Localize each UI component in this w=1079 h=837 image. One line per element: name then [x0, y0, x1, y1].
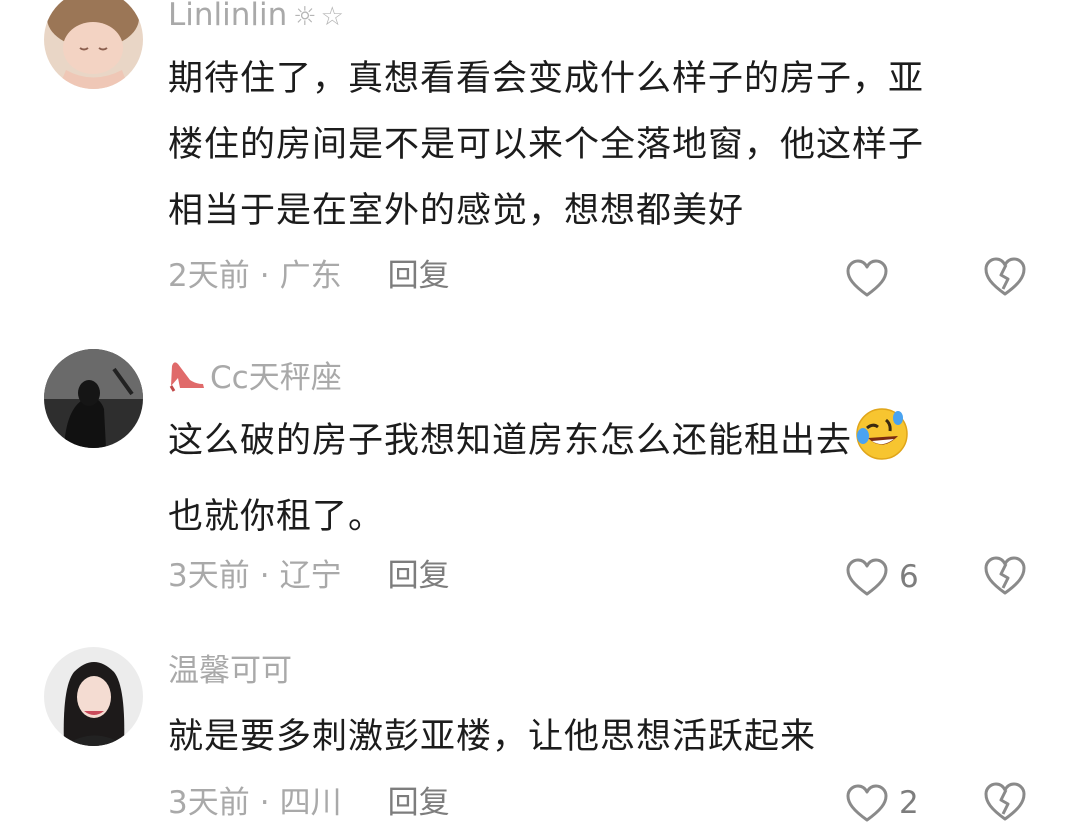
reply-button[interactable]: 回复: [388, 785, 450, 821]
heart-icon: [846, 558, 888, 596]
comment-line: 楼住的房间是不是可以来个全落地窗，他这样子: [168, 125, 925, 165]
comment-line-text: 这么破的房子我想知道房东怎么还能租出去: [168, 421, 853, 461]
comment-line: 期待住了，真想看看会变成什么样子的房子，亚: [168, 59, 925, 99]
meta-separator: ·: [259, 785, 270, 821]
rolling-on-floor-laughing-icon: [854, 406, 910, 484]
comment-text: 就是要多刺激彭亚楼，让他思想活跃起来: [168, 704, 1038, 770]
comment-text: 期待住了，真想看看会变成什么样子的房子，亚 楼住的房间是不是可以来个全落地窗，他…: [168, 46, 1038, 244]
comment-meta: 3天前 · 四川 回复: [168, 788, 450, 819]
comment-location: 广东: [279, 258, 342, 294]
username-text[interactable]: Cc天秤座: [210, 360, 342, 396]
comment-line: 就是要多刺激彭亚楼，让他思想活跃起来: [168, 717, 817, 757]
like-button[interactable]: 6: [845, 554, 919, 600]
comment-time: 3天前: [168, 558, 250, 594]
comment-time: 2天前: [168, 258, 250, 294]
reply-button[interactable]: 回复: [388, 258, 450, 294]
like-button[interactable]: [845, 255, 889, 301]
avatar[interactable]: [44, 0, 143, 89]
like-count: 6: [899, 558, 919, 595]
reply-button[interactable]: 回复: [388, 558, 450, 594]
comment-location: 四川: [279, 785, 342, 821]
avatar[interactable]: [44, 647, 143, 746]
username[interactable]: Linlinlin ☼☆: [168, 0, 348, 31]
username[interactable]: 温馨可可: [168, 656, 292, 687]
dislike-button[interactable]: [982, 255, 1028, 301]
username-decoration: ☼☆: [293, 2, 348, 32]
comment-meta: 3天前 · 辽宁 回复: [168, 561, 450, 592]
heart-icon: [846, 259, 888, 297]
dislike-button[interactable]: [982, 780, 1028, 826]
comment-line: 也就你租了。: [168, 497, 385, 537]
like-count: 2: [899, 784, 919, 821]
broken-heart-icon: [984, 556, 1026, 595]
comment-meta: 2天前 · 广东 回复: [168, 261, 450, 292]
like-button[interactable]: 2: [845, 780, 919, 826]
avatar[interactable]: [44, 349, 143, 448]
comment-time: 3天前: [168, 785, 250, 821]
meta-separator: ·: [259, 558, 270, 594]
comment-item: 温馨可可 就是要多刺激彭亚楼，让他思想活跃起来 3天前 · 四川 回复 2: [0, 640, 1079, 837]
comment-item: Linlinlin ☼☆ 期待住了，真想看看会变成什么样子的房子，亚 楼住的房间是…: [0, 0, 1079, 300]
broken-heart-icon: [984, 257, 1026, 296]
comment-line: 相当于是在室外的感觉，想想都美好: [168, 191, 745, 231]
high-heel-icon: [168, 358, 206, 398]
comment-line: 这么破的房子我想知道房东怎么还能租出去: [168, 406, 1038, 484]
username[interactable]: Cc天秤座: [168, 358, 342, 398]
username-text[interactable]: Linlinlin: [168, 0, 287, 33]
comment-text: 这么破的房子我想知道房东怎么还能租出去 也就你租了。: [168, 406, 1038, 550]
broken-heart-icon: [984, 782, 1026, 821]
comment-location: 辽宁: [279, 558, 342, 594]
username-text[interactable]: 温馨可可: [168, 653, 292, 689]
dislike-button[interactable]: [982, 554, 1028, 600]
heart-icon: [846, 784, 888, 822]
meta-separator: ·: [259, 258, 270, 294]
comment-item: Cc天秤座 这么破的房子我想知道房东怎么还能租出去 也就你租了。 3天前 · 辽宁 回…: [0, 340, 1079, 610]
